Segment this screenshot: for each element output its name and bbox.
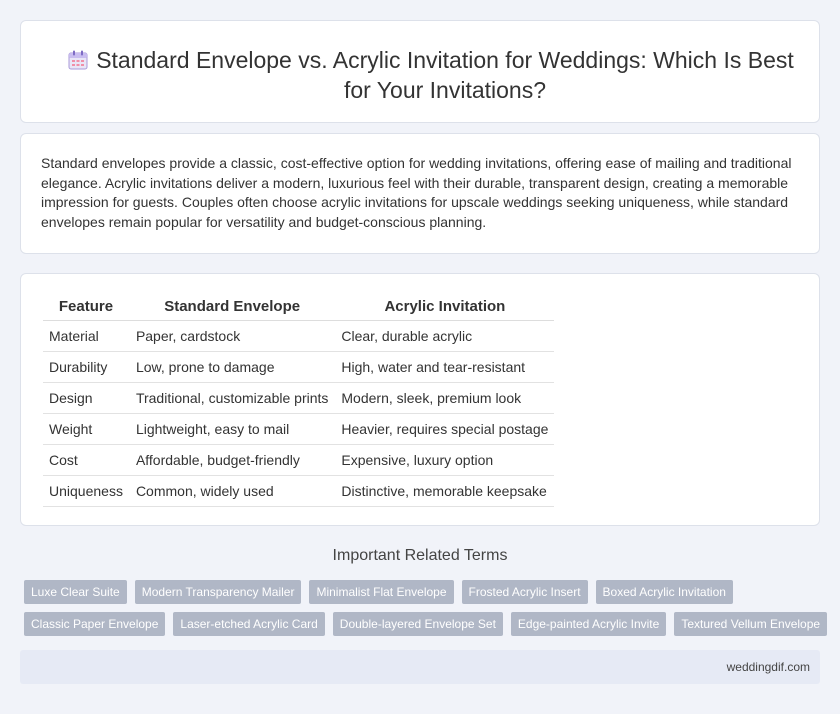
table-cell: Lightweight, easy to mail — [129, 413, 335, 445]
column-header-standard-envelope: Standard Envelope — [129, 294, 335, 321]
related-term-tag[interactable]: Boxed Acrylic Invitation — [595, 580, 733, 604]
table-cell: Modern, sleek, premium look — [334, 382, 555, 414]
table-cell: Cost — [43, 444, 130, 476]
related-terms-row: Classic Paper Envelope Laser-etched Acry… — [24, 612, 828, 636]
table-cell: Low, prone to damage — [129, 351, 335, 383]
table-cell: Design — [43, 382, 130, 414]
related-term-tag[interactable]: Textured Vellum Envelope — [674, 612, 828, 636]
table-cell: Uniqueness — [43, 475, 130, 507]
footer: weddingdif.com — [20, 650, 820, 684]
related-terms-row: Luxe Clear Suite Modern Transparency Mai… — [24, 580, 824, 604]
column-header-acrylic-invitation: Acrylic Invitation — [334, 294, 555, 321]
related-term-tag[interactable]: Frosted Acrylic Insert — [461, 580, 588, 604]
table-cell: Clear, durable acrylic — [334, 320, 555, 352]
table-cell: Paper, cardstock — [129, 320, 335, 352]
related-term-tag[interactable]: Modern Transparency Mailer — [134, 580, 302, 604]
table-cell: Material — [43, 320, 130, 352]
title-card: Standard Envelope vs. Acrylic Invitation… — [20, 20, 820, 123]
summary-card: Standard envelopes provide a classic, co… — [20, 133, 820, 254]
summary-text: Standard envelopes provide a classic, co… — [41, 155, 792, 230]
related-term-tag[interactable]: Edge-painted Acrylic Invite — [510, 612, 667, 636]
related-term-tag[interactable]: Classic Paper Envelope — [24, 612, 166, 636]
table-row: Uniqueness Common, widely used Distincti… — [43, 475, 555, 507]
table-cell: Distinctive, memorable keepsake — [334, 475, 555, 507]
table-row: Cost Affordable, budget-friendly Expensi… — [43, 444, 555, 476]
table-row: Design Traditional, customizable prints … — [43, 382, 555, 414]
related-term-tag[interactable]: Luxe Clear Suite — [24, 580, 127, 604]
table-row: Durability Low, prone to damage High, wa… — [43, 351, 555, 383]
calendar-icon — [68, 50, 88, 70]
related-term-tag[interactable]: Double-layered Envelope Set — [332, 612, 503, 636]
column-header-feature: Feature — [43, 294, 130, 321]
comparison-card: Feature Standard Envelope Acrylic Invita… — [20, 273, 820, 526]
table-cell: Common, widely used — [129, 475, 335, 507]
related-term-tag[interactable]: Laser-etched Acrylic Card — [173, 612, 325, 636]
table-cell: Durability — [43, 351, 130, 383]
table-row: Weight Lightweight, easy to mail Heavier… — [43, 413, 555, 445]
table-cell: Traditional, customizable prints — [129, 382, 335, 414]
footer-site-link[interactable]: weddingdif.com — [727, 660, 810, 674]
table-cell: Expensive, luxury option — [334, 444, 555, 476]
table-cell: High, water and tear-resistant — [334, 351, 555, 383]
table-cell: Heavier, requires special postage — [334, 413, 555, 445]
table-header-row: Feature Standard Envelope Acrylic Invita… — [43, 294, 555, 321]
related-terms-title: Important Related Terms — [332, 547, 508, 564]
related-term-tag[interactable]: Minimalist Flat Envelope — [309, 580, 454, 604]
table-row: Material Paper, cardstock Clear, durable… — [43, 320, 555, 352]
page-title: Standard Envelope vs. Acrylic Invitation… — [96, 47, 794, 103]
table-cell: Weight — [43, 413, 130, 445]
comparison-table: Feature Standard Envelope Acrylic Invita… — [43, 294, 555, 507]
table-cell: Affordable, budget-friendly — [129, 444, 335, 476]
